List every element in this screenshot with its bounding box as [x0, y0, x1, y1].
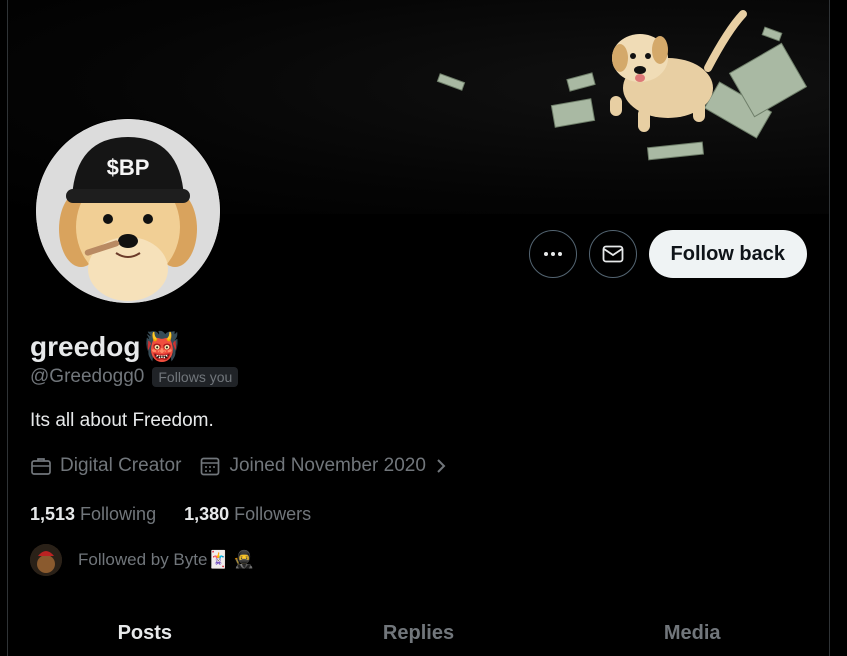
name-emoji: 👹	[144, 331, 180, 362]
followers-label: Followers	[234, 504, 312, 524]
tab-posts[interactable]: Posts	[8, 612, 282, 655]
followed-by-emojis: 🃏 🥷	[207, 550, 255, 569]
followed-by-text: Followed by Byte	[78, 550, 208, 569]
calendar-icon	[201, 457, 220, 476]
display-name: greedog 👹	[30, 330, 179, 363]
followed-by-row[interactable]: Followed by Byte 🃏 🥷	[30, 544, 255, 576]
message-button[interactable]	[588, 230, 637, 278]
profile-actions: Follow back	[528, 230, 807, 278]
profile-tabs: Posts Replies Media	[8, 612, 829, 655]
display-name-text: greedog	[30, 330, 141, 362]
profile-bio: Its all about Freedom.	[30, 410, 214, 431]
profile-stats: 1,513 Following 1,380 Followers	[30, 504, 339, 525]
category-label: Digital Creator	[60, 455, 182, 476]
more-horizontal-icon	[543, 252, 562, 256]
tab-media[interactable]: Media	[555, 612, 829, 655]
joined-label: Joined November 2020	[229, 455, 426, 476]
following-count: 1,513	[30, 504, 76, 524]
profile-meta: Digital Creator Joined November 2020	[30, 455, 466, 477]
profile-avatar[interactable]: $BP	[35, 118, 221, 304]
user-handle: @Greedogg0	[30, 366, 145, 387]
follow-back-button[interactable]: Follow back	[648, 230, 807, 278]
envelope-icon	[602, 245, 623, 263]
profile-container: $BP Follow back greedog 👹 @Greedogg0 Fol…	[7, 0, 830, 656]
follower-avatar	[30, 544, 62, 576]
follows-you-badge: Follows you	[152, 367, 239, 387]
followers-count: 1,380	[184, 504, 230, 524]
briefcase-icon	[31, 458, 51, 475]
following-link[interactable]: 1,513 Following	[30, 504, 156, 525]
chevron-right-icon	[437, 459, 446, 473]
followers-link[interactable]: 1,380 Followers	[184, 504, 311, 525]
joined-item[interactable]: Joined November 2020	[199, 455, 447, 477]
handle-row: @Greedogg0 Follows you	[30, 366, 239, 388]
cap-text: $BP	[107, 155, 150, 180]
tab-replies[interactable]: Replies	[282, 612, 556, 655]
category-item: Digital Creator	[30, 455, 181, 477]
avatar-image: $BP	[36, 119, 220, 303]
more-options-button[interactable]	[528, 230, 577, 278]
following-label: Following	[80, 504, 157, 524]
